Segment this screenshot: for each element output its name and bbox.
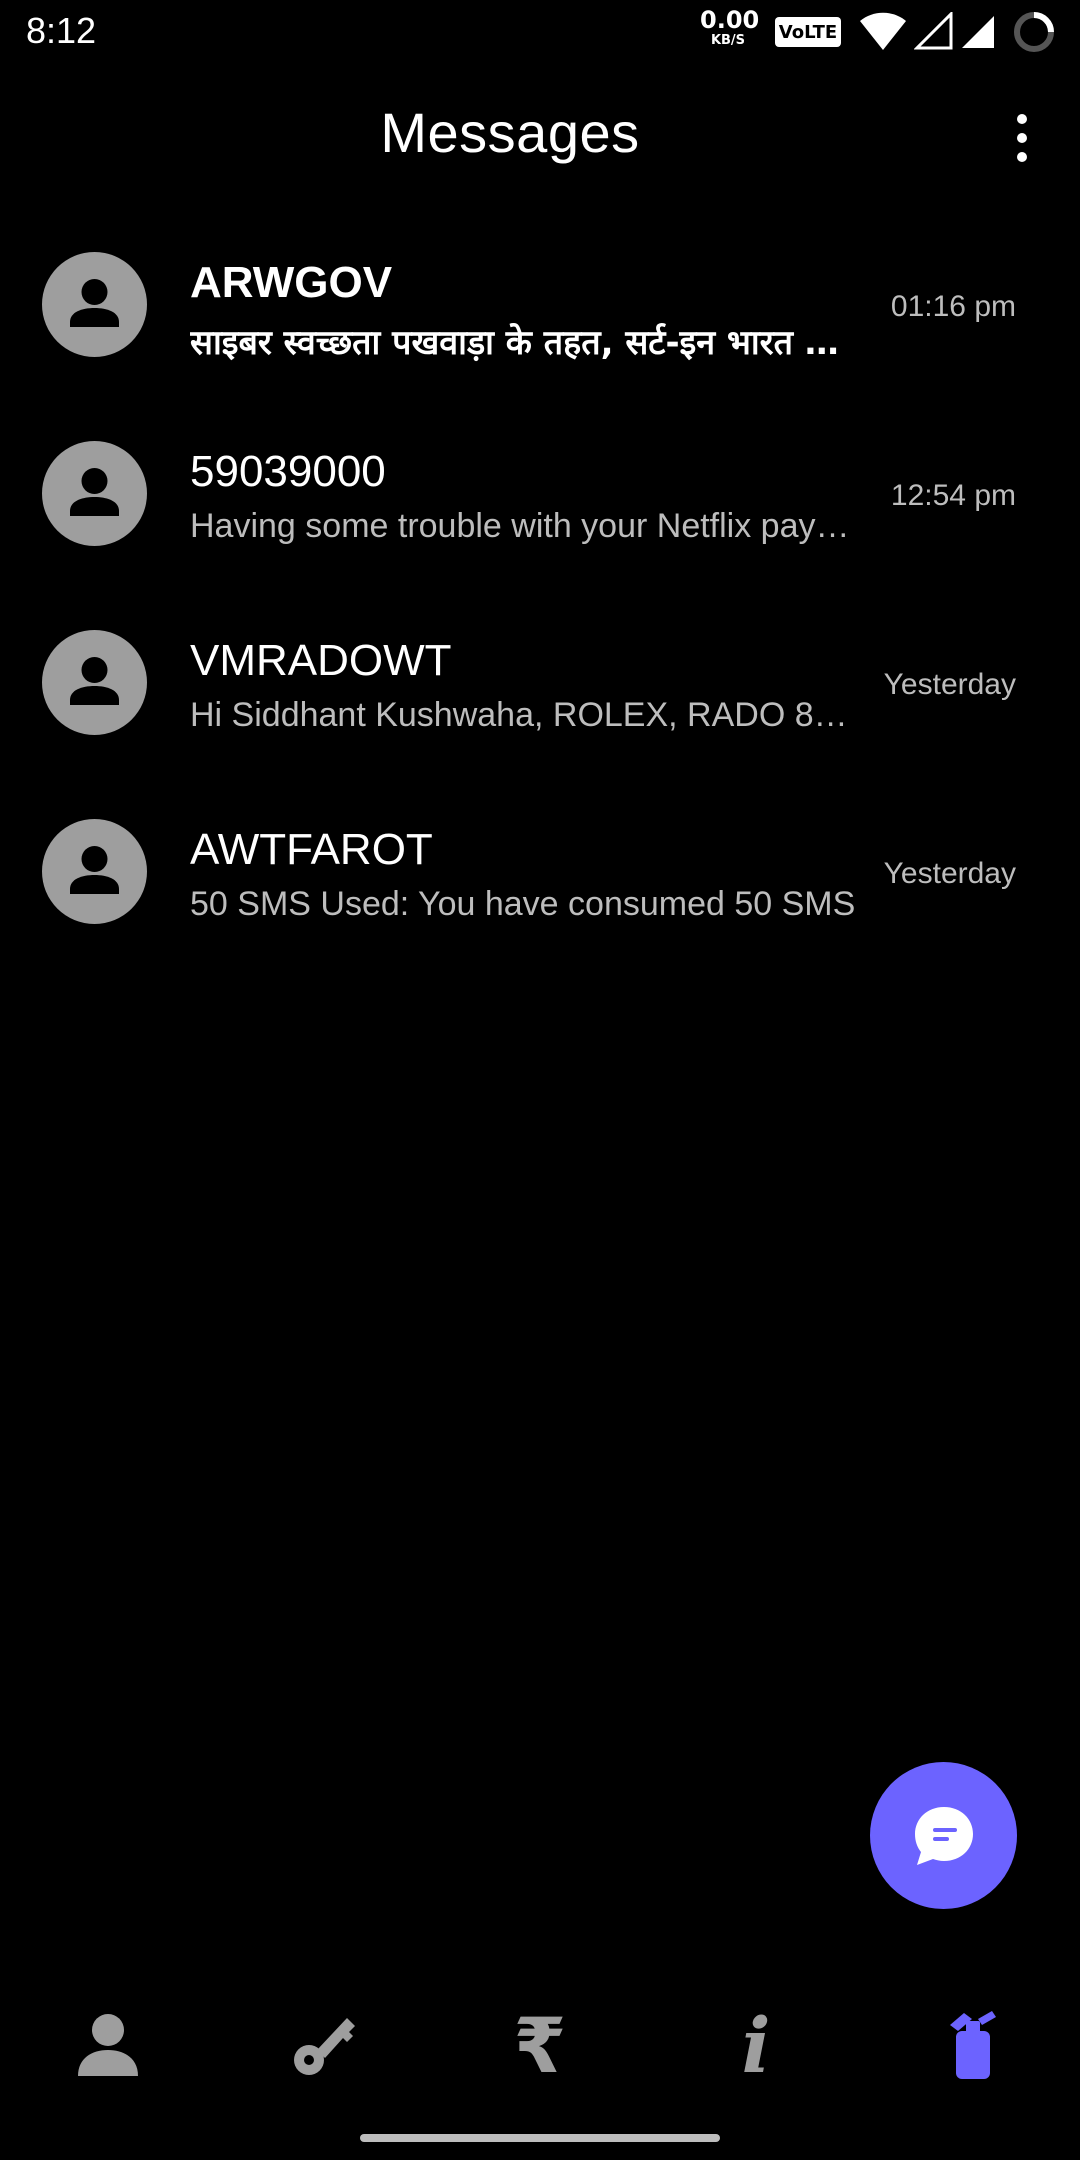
conversation-item[interactable]: AWTFAROT 50 SMS Used: You have consumed … (0, 807, 1080, 996)
avatar (42, 252, 147, 357)
more-vert-icon[interactable] (1000, 108, 1044, 168)
nav-item-info[interactable]: i (696, 1990, 816, 2100)
conversation-item[interactable]: VMRADOWT Hi Siddhant Kushwaha, ROLEX, RA… (0, 618, 1080, 807)
conversation-time: Yesterday (883, 668, 1016, 701)
conversation-snippet: Hi Siddhant Kushwaha, ROLEX, RADO 85% OF… (190, 696, 858, 734)
status-time: 8:12 (26, 10, 97, 51)
conversation-name: VMRADOWT (190, 636, 452, 685)
info-icon: i (741, 2000, 771, 2090)
menu-dot (1017, 114, 1027, 124)
conversation-time: 01:16 pm (890, 290, 1016, 323)
conversation-snippet: साइबर स्वच्छता पखवाड़ा के तहत, सर्ट-इन भ… (190, 323, 858, 363)
home-indicator[interactable] (360, 2134, 720, 2142)
conversation-time: Yesterday (883, 857, 1016, 890)
person-icon (70, 279, 119, 327)
conversation-time: 12:54 pm (890, 479, 1016, 512)
nav-item-profile[interactable] (48, 1990, 168, 2100)
signal-icon-2 (962, 16, 994, 48)
network-speed: 0.00 KB/S (700, 6, 760, 48)
person-icon (78, 2014, 138, 2076)
menu-dot (1017, 133, 1027, 143)
avatar (42, 441, 147, 546)
conversation-name: AWTFAROT (190, 825, 433, 874)
menu-dot (1017, 152, 1027, 162)
new-chat-icon (914, 1806, 973, 1865)
conversation-name: ARWGOV (190, 258, 393, 307)
network-speed-value: 0.00 (700, 6, 760, 34)
bottom-navigation: ₹ i (0, 1990, 1080, 2100)
new-chat-button[interactable] (870, 1762, 1017, 1909)
conversation-name: 59039000 (190, 447, 386, 496)
page-title: Messages (380, 101, 640, 164)
nav-item-extinguisher[interactable] (912, 1990, 1032, 2100)
conversation-snippet: Having some trouble with your Netflix pa… (190, 507, 858, 545)
nav-item-keys[interactable] (264, 1990, 384, 2100)
wifi-icon (860, 12, 906, 50)
signal-icon (914, 12, 953, 50)
volte-badge: VoLTE (775, 17, 841, 47)
status-bar: 8:12 0.00 KB/S VoLTE (0, 0, 1080, 62)
avatar (42, 630, 147, 735)
person-icon (70, 846, 119, 894)
conversation-snippet: 50 SMS Used: You have consumed 50 SMS (190, 885, 856, 923)
nav-item-payments[interactable]: ₹ (480, 1990, 600, 2100)
avatar (42, 819, 147, 924)
conversation-item[interactable]: ARWGOV साइबर स्वच्छता पखवाड़ा के तहत, सर… (0, 240, 1080, 429)
key-icon (294, 2018, 355, 2075)
network-speed-unit: KB/S (710, 33, 746, 48)
battery-icon (1014, 12, 1054, 52)
rupee-icon: ₹ (513, 2000, 567, 2090)
person-icon (70, 657, 119, 705)
conversation-list: ARWGOV साइबर स्वच्छता पखवाड़ा के तहत, सर… (0, 240, 1080, 996)
person-icon (70, 468, 119, 516)
fire-extinguisher-icon (950, 2011, 996, 2079)
conversation-item[interactable]: 59039000 Having some trouble with your N… (0, 429, 1080, 618)
